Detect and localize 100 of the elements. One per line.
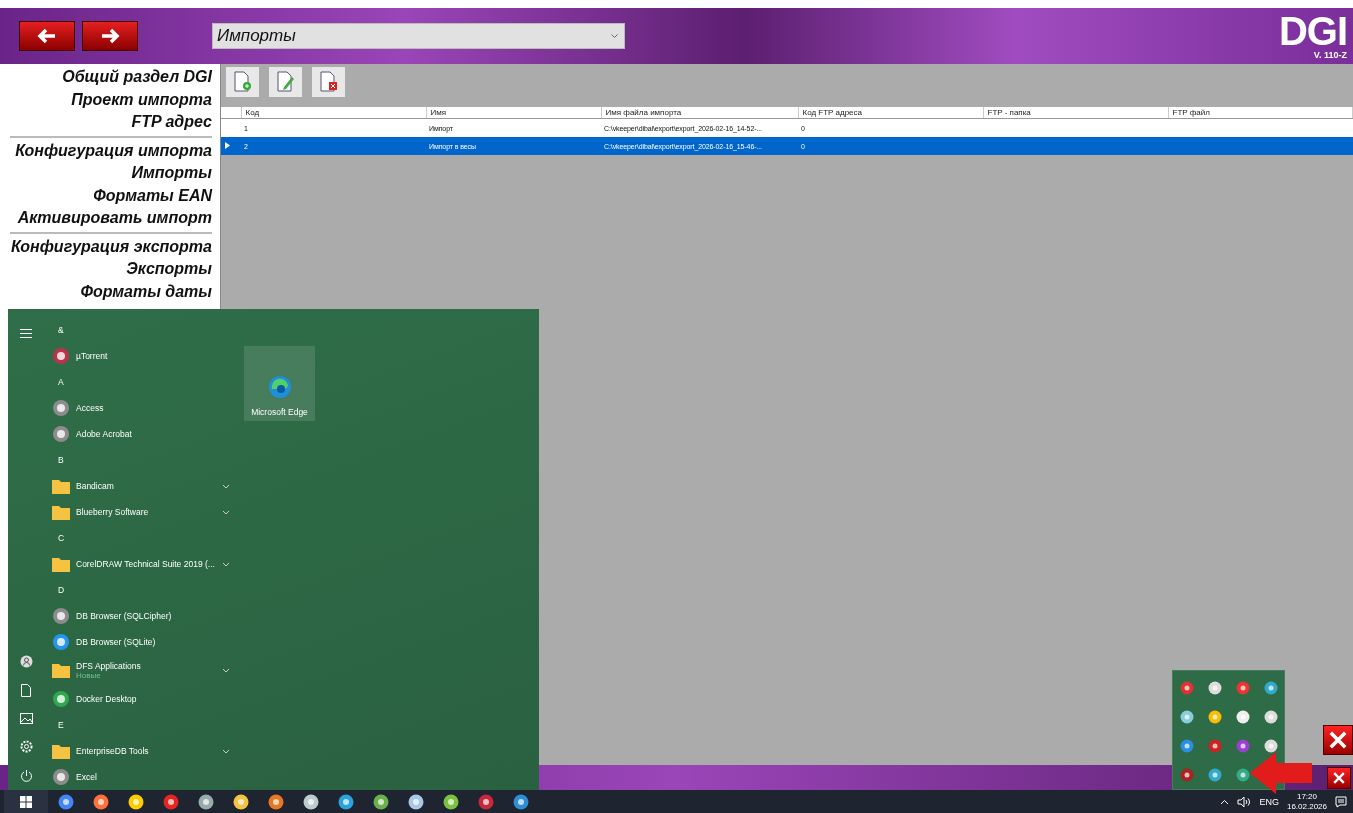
- app-icon: [52, 425, 70, 444]
- tray-app-icon[interactable]: [1236, 739, 1250, 753]
- sidebar-item[interactable]: Экспорты: [0, 258, 212, 281]
- delete-button[interactable]: [312, 67, 345, 97]
- notification-icon[interactable]: [1335, 795, 1347, 808]
- taskbar-app-icon[interactable]: [302, 793, 319, 810]
- folder-list-item[interactable]: EnterpriseDB Tools: [52, 738, 230, 765]
- clock[interactable]: 17:20 16.02.2026: [1286, 791, 1327, 812]
- tray-app-icon[interactable]: [1208, 710, 1222, 724]
- app-list-item[interactable]: Access: [52, 395, 230, 422]
- app-icon: [52, 690, 70, 709]
- tray-app-icon[interactable]: [1236, 681, 1250, 695]
- tray-app-icon[interactable]: [1236, 768, 1250, 782]
- taskbar-app-icon[interactable]: [477, 793, 494, 810]
- folder-list-item[interactable]: Blueberry Software: [52, 499, 230, 526]
- app-list-item[interactable]: Adobe Acrobat: [52, 421, 230, 448]
- sidebar-item[interactable]: FTP адрес: [0, 111, 212, 134]
- right-arrow-icon: [100, 28, 120, 44]
- forward-button[interactable]: [82, 21, 138, 51]
- section-dropdown[interactable]: Импорты: [212, 23, 625, 49]
- chevron-icon[interactable]: [222, 748, 230, 754]
- chevron-icon[interactable]: [222, 561, 230, 567]
- tray-app-icon[interactable]: [1180, 768, 1194, 782]
- tray-app-icon[interactable]: [1180, 681, 1194, 695]
- add-button[interactable]: [226, 67, 259, 97]
- sidebar-item[interactable]: Активировать импорт: [0, 207, 212, 230]
- pointer-arrow: [1250, 752, 1312, 794]
- edit-button[interactable]: [269, 67, 302, 97]
- section-letter[interactable]: &: [52, 325, 64, 335]
- speaker-icon[interactable]: [1237, 796, 1252, 807]
- section-letter[interactable]: A: [52, 377, 64, 388]
- chevron-up-icon[interactable]: [1220, 798, 1230, 805]
- tray-app-icon[interactable]: [1180, 739, 1194, 753]
- folder-list-item[interactable]: Bandicam: [52, 473, 230, 500]
- section-letter[interactable]: B: [52, 455, 64, 466]
- pictures-icon[interactable]: [19, 713, 33, 724]
- taskbar-app-icon[interactable]: [92, 793, 109, 810]
- sidebar-item[interactable]: Проект импорта: [0, 88, 212, 111]
- document-icon[interactable]: [21, 684, 31, 697]
- app-list-item[interactable]: DB Browser (SQLite): [52, 629, 230, 656]
- column-header[interactable]: FTP файл: [1168, 107, 1353, 119]
- settings-icon[interactable]: [19, 740, 33, 753]
- close-button[interactable]: [1323, 725, 1353, 755]
- tray-app-icon[interactable]: [1208, 739, 1222, 753]
- section-letter[interactable]: C: [52, 533, 65, 544]
- taskbar-app-icon[interactable]: [162, 793, 179, 810]
- windows-icon: [20, 795, 32, 808]
- folder-icon: [52, 478, 70, 494]
- taskbar-app-icon[interactable]: [407, 793, 424, 810]
- app-list-item[interactable]: DB Browser (SQLCipher): [52, 603, 230, 630]
- taskbar-app-icon[interactable]: [232, 793, 249, 810]
- browser-icon: [267, 375, 292, 399]
- column-header[interactable]: FTP - папка: [983, 107, 1168, 119]
- sidebar-item[interactable]: Форматы EAN: [0, 184, 212, 207]
- column-header[interactable]: Имя: [426, 107, 601, 119]
- back-button[interactable]: [19, 21, 75, 51]
- folder-icon: [52, 663, 70, 679]
- taskbar-app-icon[interactable]: [442, 793, 459, 810]
- taskbar-app-icon[interactable]: [127, 793, 144, 810]
- app-list-item[interactable]: Excel: [52, 764, 230, 791]
- folder-list-item[interactable]: CorelDRAW Technical Suite 2019 (...: [52, 551, 230, 578]
- tray-app-icon[interactable]: [1264, 681, 1278, 695]
- app-tile[interactable]: Microsoft Edge: [244, 346, 315, 421]
- sidebar-item[interactable]: Общий раздел DGI: [0, 66, 212, 89]
- app-list-item[interactable]: µTorrent: [52, 343, 230, 370]
- tray-app-icon[interactable]: [1180, 710, 1194, 724]
- close-icon: [1333, 771, 1345, 784]
- chevron-icon[interactable]: [222, 483, 230, 489]
- tray-app-icon[interactable]: [1208, 768, 1222, 782]
- section-letter[interactable]: E: [52, 720, 64, 731]
- app-icon: [52, 399, 70, 418]
- tray-app-icon[interactable]: [1264, 739, 1278, 753]
- taskbar-app-icon[interactable]: [267, 793, 284, 810]
- sidebar-item[interactable]: Конфигурация импорта: [0, 139, 212, 162]
- power-icon[interactable]: [19, 769, 33, 782]
- section-letter[interactable]: D: [52, 585, 65, 596]
- taskbar-app-icon[interactable]: [197, 793, 214, 810]
- tray-app-icon[interactable]: [1264, 710, 1278, 724]
- folder-list-item[interactable]: DFS Applications Новые: [52, 655, 230, 687]
- language-indicator[interactable]: ENG: [1259, 796, 1279, 807]
- sidebar-item[interactable]: Форматы даты: [0, 280, 212, 303]
- taskbar-app-icon[interactable]: [512, 793, 529, 810]
- column-header[interactable]: Имя файла импорта: [601, 107, 798, 119]
- tray-app-icon[interactable]: [1236, 710, 1250, 724]
- tray-app-icon[interactable]: [1208, 681, 1222, 695]
- taskbar-app-icon[interactable]: [337, 793, 354, 810]
- folder-icon: [52, 556, 70, 572]
- sidebar-item[interactable]: Импорты: [0, 162, 212, 185]
- column-header[interactable]: Код FTP адреса: [798, 107, 983, 119]
- taskbar-app-icon[interactable]: [372, 793, 389, 810]
- taskbar-app-icon[interactable]: [57, 793, 74, 810]
- sidebar-item[interactable]: Конфигурация экспорта: [0, 235, 212, 258]
- chevron-icon[interactable]: [222, 509, 230, 515]
- start-button[interactable]: [4, 790, 48, 813]
- chevron-icon[interactable]: [222, 668, 230, 674]
- user-icon[interactable]: [19, 655, 33, 668]
- close-button[interactable]: [1327, 766, 1351, 789]
- app-list-item[interactable]: Docker Desktop: [52, 686, 230, 713]
- column-header[interactable]: Код: [241, 107, 426, 119]
- app-logo: DGI: [1278, 12, 1347, 50]
